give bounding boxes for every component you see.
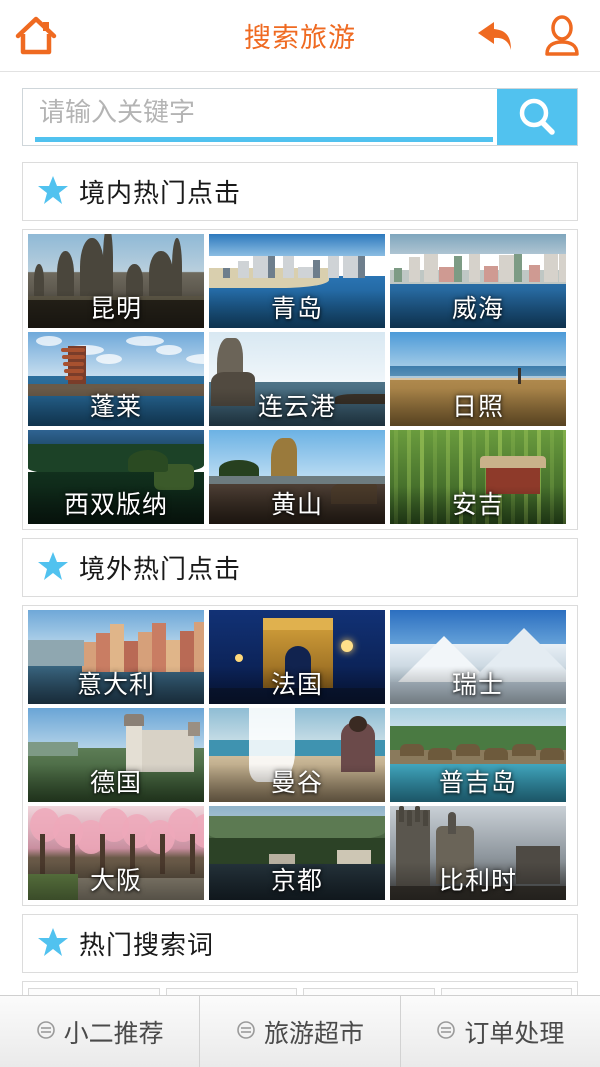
destination-label: 西双版纳 xyxy=(28,486,204,524)
section-header-panel-domestic: 境内热门点击 xyxy=(22,162,578,221)
app-header: 搜索旅游 xyxy=(0,0,600,72)
destination-label: 比利时 xyxy=(390,862,566,900)
destination-tile-huangshan[interactable]: 黄山 xyxy=(209,430,385,524)
nav-item-label: 订单处理 xyxy=(464,1018,565,1048)
destination-label: 安吉 xyxy=(390,486,566,524)
section-title: 境内热门点击 xyxy=(79,179,242,209)
search-underline xyxy=(35,137,493,142)
destination-row: 西双版纳 黄山 安吉 xyxy=(28,430,572,524)
destination-label: 法国 xyxy=(209,666,385,704)
destination-row: 德国 曼谷 普吉岛 xyxy=(28,708,572,802)
destination-tile-lianyungang[interactable]: 连云港 xyxy=(209,332,385,426)
destination-label: 瑞士 xyxy=(390,666,566,704)
destination-tile-penglai[interactable]: 蓬莱 xyxy=(28,332,204,426)
destination-tile-france[interactable]: 法国 xyxy=(209,610,385,704)
destination-tile-swiss[interactable]: 瑞士 xyxy=(390,610,566,704)
destination-label: 京都 xyxy=(209,862,385,900)
sections-container: 境内热门点击 昆明 青岛 威海 蓬莱 连云港 日照 西双版纳 黄山 安吉 境外热门点击 意大利 法国 瑞士… xyxy=(0,162,600,906)
destination-label: 曼谷 xyxy=(209,764,385,802)
destination-label: 德国 xyxy=(28,764,204,802)
destination-tile-kyoto[interactable]: 京都 xyxy=(209,806,385,900)
bottom-navigation: 小二推荐 旅游超市 订单处理 xyxy=(0,995,600,1067)
search-input[interactable] xyxy=(23,89,497,137)
destination-label: 威海 xyxy=(390,290,566,328)
search-icon xyxy=(519,98,555,135)
hot-words-header-panel: 热门搜索词 xyxy=(22,914,578,973)
destination-tile-italy[interactable]: 意大利 xyxy=(28,610,204,704)
section-title: 热门搜索词 xyxy=(79,931,215,961)
section-title: 境外热门点击 xyxy=(79,555,242,585)
destination-label: 普吉岛 xyxy=(390,764,566,802)
destination-grid-overseas: 意大利 法国 瑞士 德国 曼谷 普吉岛 大阪 京都 比利时 xyxy=(22,605,578,906)
back-arrow-icon[interactable] xyxy=(474,16,518,56)
destination-tile-kunming[interactable]: 昆明 xyxy=(28,234,204,328)
destination-label: 黄山 xyxy=(209,486,385,524)
destination-label: 意大利 xyxy=(28,666,204,704)
list-bullet-icon xyxy=(236,1017,256,1046)
nav-item-label: 旅游超市 xyxy=(263,1018,364,1048)
search-button[interactable] xyxy=(497,89,577,145)
destination-row: 昆明 青岛 威海 xyxy=(28,234,572,328)
list-bullet-icon xyxy=(436,1017,456,1046)
destination-tile-belgium[interactable]: 比利时 xyxy=(390,806,566,900)
destination-tile-xishuangbanna[interactable]: 西双版纳 xyxy=(28,430,204,524)
destination-label: 大阪 xyxy=(28,862,204,900)
list-bullet-icon xyxy=(36,1017,56,1046)
destination-label: 青岛 xyxy=(209,290,385,328)
nav-item-旅游超市[interactable]: 旅游超市 xyxy=(200,996,401,1067)
destination-tile-bangkok[interactable]: 曼谷 xyxy=(209,708,385,802)
nav-item-label: 小二推荐 xyxy=(63,1018,164,1048)
destination-tile-rizhao[interactable]: 日照 xyxy=(390,332,566,426)
search-bar xyxy=(0,72,600,154)
nav-item-小二推荐[interactable]: 小二推荐 xyxy=(0,996,201,1067)
section-header-panel-overseas: 境外热门点击 xyxy=(22,538,578,597)
destination-label: 蓬莱 xyxy=(28,388,204,426)
destination-label: 日照 xyxy=(390,388,566,426)
destination-row: 意大利 法国 瑞士 xyxy=(28,610,572,704)
user-icon[interactable] xyxy=(544,14,580,57)
destination-row: 大阪 京都 比利时 xyxy=(28,806,572,900)
destination-tile-germany[interactable]: 德国 xyxy=(28,708,204,802)
destination-tile-qingdao[interactable]: 青岛 xyxy=(209,234,385,328)
nav-item-订单处理[interactable]: 订单处理 xyxy=(400,996,600,1067)
destination-tile-weihai[interactable]: 威海 xyxy=(390,234,566,328)
destination-tile-osaka[interactable]: 大阪 xyxy=(28,806,204,900)
star-icon xyxy=(37,174,69,210)
destination-label: 连云港 xyxy=(209,388,385,426)
destination-grid-domestic: 昆明 青岛 威海 蓬莱 连云港 日照 西双版纳 黄山 安吉 xyxy=(22,229,578,530)
destination-row: 蓬莱 连云港 日照 xyxy=(28,332,572,426)
home-icon[interactable] xyxy=(14,15,58,57)
destination-tile-phuket[interactable]: 普吉岛 xyxy=(390,708,566,802)
destination-tile-anji[interactable]: 安吉 xyxy=(390,430,566,524)
destination-label: 昆明 xyxy=(28,290,204,328)
star-icon xyxy=(37,926,69,962)
star-icon xyxy=(37,550,69,586)
